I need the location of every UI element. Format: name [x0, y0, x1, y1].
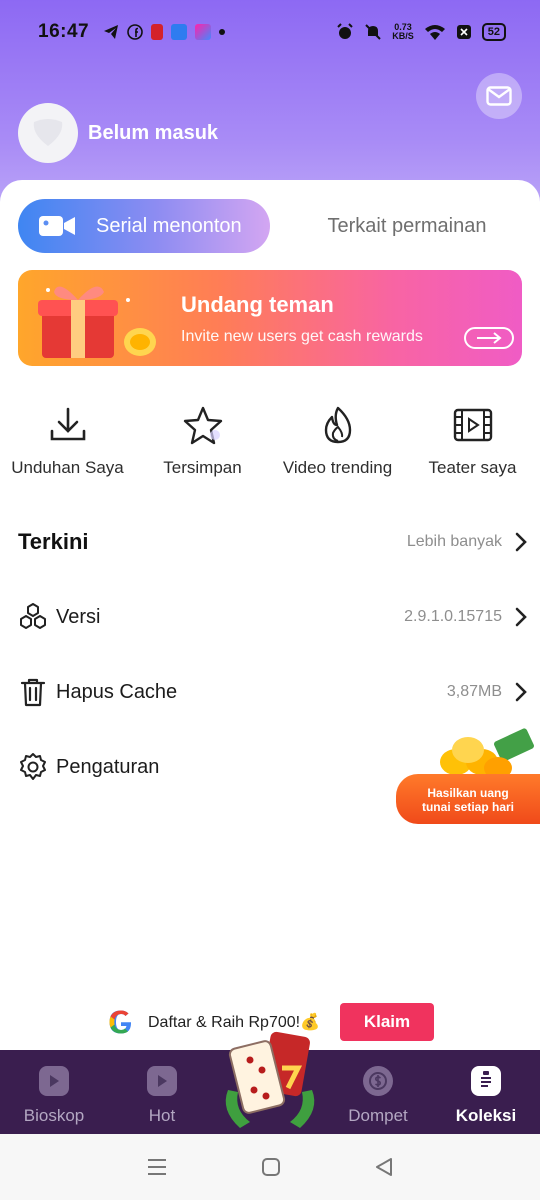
version-value: 2.9.1.0.15715 — [404, 608, 502, 625]
banner-arrow-button[interactable] — [464, 327, 514, 349]
clear-cache-row[interactable]: Hapus Cache 3,87MB — [18, 667, 528, 717]
settings-row[interactable]: Pengaturan — [18, 742, 388, 792]
shortcut-saved-label: Tersimpan — [163, 458, 242, 477]
nav-koleksi-label: Koleksi — [455, 1106, 517, 1125]
nav-hot-label: Hot — [148, 1106, 176, 1125]
mute-bell-icon — [365, 24, 381, 40]
clipboard-icon — [481, 1071, 491, 1087]
recent-title: Terkini — [18, 529, 89, 554]
status-bar: 16:47 0.73 KB/S 52 — [0, 0, 540, 64]
claim-button[interactable]: Klaim — [340, 1003, 434, 1041]
battery-indicator: 52 — [481, 23, 506, 41]
shortcut-downloads-label: Unduhan Saya — [11, 458, 124, 477]
nav-dompet-label: Dompet — [348, 1106, 408, 1125]
network-speed-unit: KB/S — [392, 31, 414, 41]
ad-text: Daftar & Raih Rp700!💰 — [148, 1014, 320, 1031]
invite-banner[interactable]: Undang teman Invite new users get cash r… — [18, 270, 522, 366]
mail-button[interactable] — [476, 73, 522, 119]
cache-size-value: 3,87MB — [446, 683, 502, 700]
star-icon — [183, 406, 222, 445]
app-blue-icon — [171, 24, 188, 40]
tab-terkait-permainan[interactable]: Terkait permainan — [300, 199, 514, 253]
settings-label: Pengaturan — [56, 755, 160, 778]
nav-bioskop[interactable]: Bioskop — [0, 1050, 108, 1134]
notification-icons — [103, 24, 226, 40]
shortcut-theater[interactable]: Teater saya — [405, 400, 540, 490]
mail-icon — [486, 86, 512, 106]
shortcut-downloads[interactable]: Unduhan Saya — [0, 400, 135, 490]
status-right: 0.73 KB/S 52 — [336, 23, 506, 41]
alarm-icon — [337, 23, 353, 39]
more-dot-icon — [219, 29, 226, 35]
status-time: 16:47 — [38, 21, 90, 42]
clear-cache-label: Hapus Cache — [56, 680, 178, 703]
play-icon — [50, 1075, 59, 1087]
facebook-icon — [127, 24, 143, 40]
tab-serial-menonton[interactable]: Serial menonton — [18, 199, 270, 253]
app-gradient-icon — [195, 24, 212, 40]
tab-serial-menonton-label: Serial menonton — [96, 214, 242, 237]
login-status[interactable]: Belum masuk — [88, 122, 218, 145]
shortcut-saved[interactable]: Tersimpan — [135, 400, 270, 490]
shortcut-theater-label: Teater saya — [428, 458, 517, 477]
sim-icon — [456, 25, 471, 39]
system-navigation-bar — [0, 1134, 540, 1200]
shortcut-trending-label: Video trending — [282, 458, 393, 477]
arrow-right-icon — [477, 332, 502, 344]
promo-line-1: Hasilkan uang — [427, 786, 509, 800]
wifi-icon — [424, 25, 445, 40]
nav-hot[interactable]: Hot — [108, 1050, 216, 1134]
nav-game-center[interactable] — [216, 1031, 324, 1134]
nav-koleksi[interactable]: Koleksi — [432, 1050, 540, 1134]
promo-text: Hasilkan uang tunai setiap hari — [396, 774, 540, 824]
shortcut-grid: Unduhan Saya Tersimpan Video trending Te… — [0, 400, 540, 490]
coin-icon — [369, 1072, 387, 1090]
chevron-right-icon — [515, 532, 527, 552]
bottom-nav: Bioskop Hot Dompet Koleksi — [0, 1031, 540, 1134]
avatar[interactable] — [18, 103, 78, 163]
app-red-icon — [151, 24, 164, 40]
shortcut-trending[interactable]: Video trending — [270, 400, 405, 490]
version-row[interactable]: Versi 2.9.1.0.15715 — [18, 592, 528, 642]
film-icon — [453, 408, 492, 442]
home-icon[interactable] — [261, 1157, 281, 1177]
banner-subtitle: Invite new users get cash rewards — [181, 328, 423, 345]
version-label: Versi — [56, 605, 101, 628]
flame-icon — [324, 406, 351, 444]
nav-dompet[interactable]: Dompet — [324, 1050, 432, 1134]
telegram-icon — [104, 25, 119, 39]
avatar-placeholder-icon — [33, 119, 63, 146]
recent-more-link[interactable]: Lebih banyak — [407, 533, 502, 551]
back-icon[interactable] — [374, 1157, 394, 1177]
play-icon — [158, 1075, 167, 1087]
google-icon — [109, 1010, 132, 1034]
promo-line-2: tunai setiap hari — [421, 800, 515, 814]
chevron-right-icon — [515, 682, 527, 702]
recent-row[interactable]: Terkini Lebih banyak — [18, 517, 528, 567]
video-camera-icon — [39, 216, 75, 236]
download-icon — [50, 407, 85, 441]
daily-cash-promo[interactable]: Hasilkan uang tunai setiap hari — [396, 728, 540, 828]
gear-icon — [20, 753, 46, 780]
chevron-right-icon — [515, 607, 527, 627]
profile-section[interactable]: Belum masuk — [18, 103, 218, 163]
nav-bioskop-label: Bioskop — [23, 1106, 85, 1125]
trash-icon — [20, 678, 46, 707]
banner-title: Undang teman — [181, 292, 334, 317]
gift-box-icon — [38, 286, 156, 358]
network-speed: 0.73 KB/S — [392, 23, 414, 41]
recent-apps-icon[interactable] — [146, 1158, 168, 1176]
domino-game-icon — [225, 1031, 315, 1128]
hexagons-icon — [20, 603, 46, 629]
